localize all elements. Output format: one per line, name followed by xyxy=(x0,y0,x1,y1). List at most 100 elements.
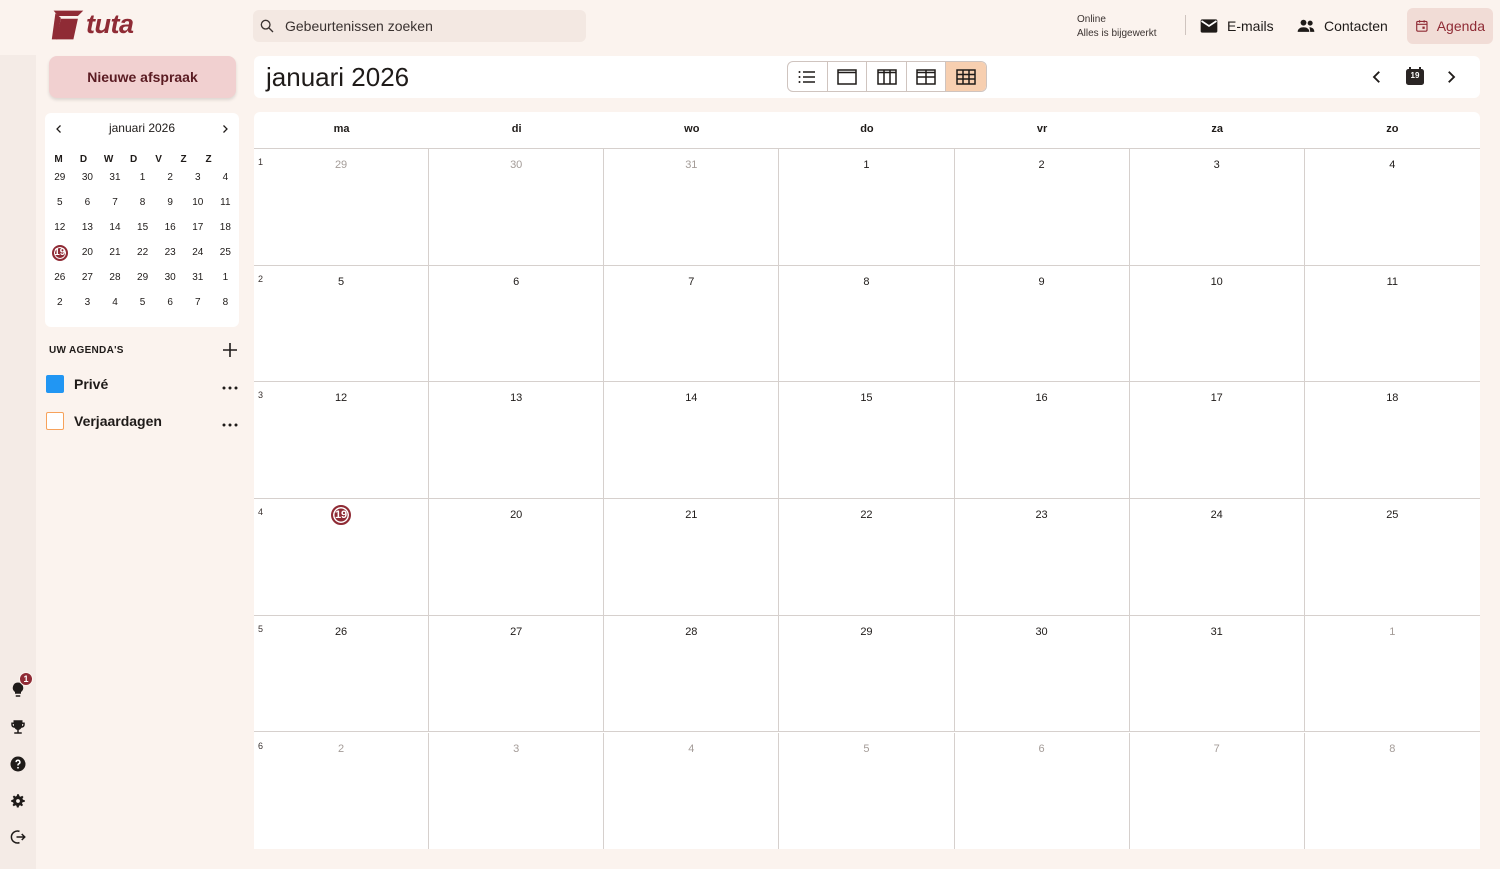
day-number[interactable]: 25 xyxy=(1305,509,1480,521)
day-cell[interactable]: 15 xyxy=(779,382,955,499)
day-cell[interactable]: 7 xyxy=(1130,732,1305,850)
agenda-color-swatch[interactable] xyxy=(46,412,64,430)
mini-next-month-button[interactable] xyxy=(218,122,232,136)
day-cell[interactable]: 4 xyxy=(604,732,780,850)
day-cell[interactable]: 1 xyxy=(779,149,955,265)
day-number[interactable]: 18 xyxy=(1305,392,1480,404)
day-cell[interactable]: 1 xyxy=(1305,616,1480,732)
day-cell[interactable]: 25 xyxy=(254,265,430,382)
day-number[interactable]: 19 xyxy=(254,505,428,526)
day-number[interactable]: 15 xyxy=(779,392,953,404)
day-cell[interactable]: 5 26 xyxy=(254,615,430,732)
nav-agenda-button[interactable]: Agenda xyxy=(1407,8,1493,44)
day-cell[interactable]: 1 29 xyxy=(254,149,430,265)
day-number[interactable]: 24 xyxy=(1130,509,1304,521)
day-number[interactable]: 11 xyxy=(1305,276,1480,288)
day-number[interactable]: 4 xyxy=(1305,159,1480,171)
logout-icon[interactable] xyxy=(7,826,29,848)
next-month-button[interactable] xyxy=(1442,68,1460,86)
day-number[interactable]: 5 xyxy=(254,276,428,288)
mini-day[interactable]: 20 xyxy=(74,245,102,270)
day-number[interactable]: 2 xyxy=(955,159,1129,171)
today-button[interactable]: 19 xyxy=(1405,67,1425,86)
settings-icon[interactable] xyxy=(7,790,29,812)
day-number[interactable]: 28 xyxy=(604,626,778,638)
mini-day[interactable]: 4 xyxy=(212,170,240,195)
mini-day[interactable]: 29 xyxy=(129,270,157,295)
mini-day[interactable]: 8 xyxy=(129,195,157,220)
mini-day[interactable]: 9 xyxy=(156,195,184,220)
mini-day[interactable]: 4 xyxy=(101,295,129,320)
mini-day[interactable]: 10 xyxy=(184,195,212,220)
day-number[interactable]: 20 xyxy=(429,509,603,521)
view-agenda-button[interactable] xyxy=(788,62,828,91)
day-cell[interactable]: 6 xyxy=(429,265,605,382)
mini-day[interactable]: 26 xyxy=(46,270,74,295)
view-day-button[interactable] xyxy=(828,62,868,91)
day-number[interactable]: 6 xyxy=(955,743,1129,755)
trophy-icon[interactable] xyxy=(7,716,29,738)
mini-day[interactable]: 2 xyxy=(46,295,74,320)
agenda-color-swatch[interactable] xyxy=(46,375,64,393)
day-cell[interactable]: 29 xyxy=(779,615,955,732)
day-cell[interactable]: 23 xyxy=(955,499,1130,615)
day-number[interactable]: 31 xyxy=(604,159,778,171)
day-cell[interactable]: 4 19 xyxy=(254,499,430,615)
mini-day[interactable]: 31 xyxy=(184,270,212,295)
mini-day[interactable]: 27 xyxy=(74,270,102,295)
mini-day[interactable]: 22 xyxy=(129,245,157,270)
day-cell[interactable]: 16 xyxy=(955,382,1130,499)
mini-day[interactable]: 14 xyxy=(101,220,129,245)
day-cell[interactable]: 30 xyxy=(429,149,605,265)
mini-day[interactable]: 7 xyxy=(101,195,129,220)
day-number[interactable]: 21 xyxy=(604,509,778,521)
mini-day[interactable]: 30 xyxy=(74,170,102,195)
day-number[interactable]: 1 xyxy=(779,159,953,171)
mini-day[interactable]: 1 xyxy=(212,270,240,295)
nav-mail-button[interactable]: E-mails xyxy=(1191,8,1282,44)
day-number[interactable]: 31 xyxy=(1130,626,1304,638)
day-number[interactable]: 12 xyxy=(254,392,428,404)
view-month-grid-button[interactable] xyxy=(946,62,986,91)
view-week-button[interactable] xyxy=(867,62,907,91)
mini-day[interactable]: 12 xyxy=(46,220,74,245)
agenda-more-button[interactable] xyxy=(221,416,239,427)
mini-day[interactable]: 2 xyxy=(156,170,184,195)
mini-day[interactable]: 8 xyxy=(212,295,240,320)
day-number[interactable]: 27 xyxy=(429,626,603,638)
day-number[interactable]: 30 xyxy=(429,159,603,171)
mini-day[interactable]: 24 xyxy=(184,245,212,270)
mini-day[interactable]: 15 xyxy=(129,220,157,245)
day-cell[interactable]: 11 xyxy=(1305,266,1480,382)
mini-day[interactable]: 5 xyxy=(46,195,74,220)
nav-contacts-button[interactable]: Contacten xyxy=(1288,8,1396,44)
agenda-item-verjaardagen[interactable]: Verjaardagen xyxy=(46,411,162,431)
mini-day[interactable]: 13 xyxy=(74,220,102,245)
prev-month-button[interactable] xyxy=(1368,68,1386,86)
mini-calendar-title[interactable]: januari 2026 xyxy=(45,121,239,137)
mini-day[interactable]: 29 xyxy=(46,170,74,195)
mini-day[interactable]: 3 xyxy=(184,170,212,195)
day-number[interactable]: 23 xyxy=(955,509,1129,521)
day-cell[interactable]: 8 xyxy=(779,265,955,382)
day-cell[interactable]: 14 xyxy=(604,382,780,499)
mini-day[interactable]: 19 xyxy=(46,245,74,270)
mini-day[interactable]: 7 xyxy=(184,295,212,320)
day-cell[interactable]: 8 xyxy=(1305,733,1480,850)
day-number[interactable]: 10 xyxy=(1130,276,1304,288)
day-cell[interactable]: 25 xyxy=(1305,499,1480,615)
day-cell[interactable]: 21 xyxy=(604,499,780,615)
day-cell[interactable]: 27 xyxy=(429,615,605,732)
day-cell[interactable]: 62 xyxy=(254,732,430,850)
day-cell[interactable]: 31 xyxy=(1130,615,1305,732)
day-number[interactable]: 14 xyxy=(604,392,778,404)
day-cell[interactable]: 3 12 xyxy=(254,382,430,499)
mini-day[interactable]: 17 xyxy=(184,220,212,245)
day-number[interactable]: 29 xyxy=(254,159,428,171)
day-number[interactable]: 9 xyxy=(955,276,1129,288)
day-number[interactable]: 1 xyxy=(1305,626,1480,638)
day-cell[interactable]: 13 xyxy=(429,382,605,499)
day-cell[interactable]: 17 xyxy=(1130,382,1305,499)
mini-day[interactable]: 18 xyxy=(212,220,240,245)
day-number[interactable]: 7 xyxy=(604,276,778,288)
